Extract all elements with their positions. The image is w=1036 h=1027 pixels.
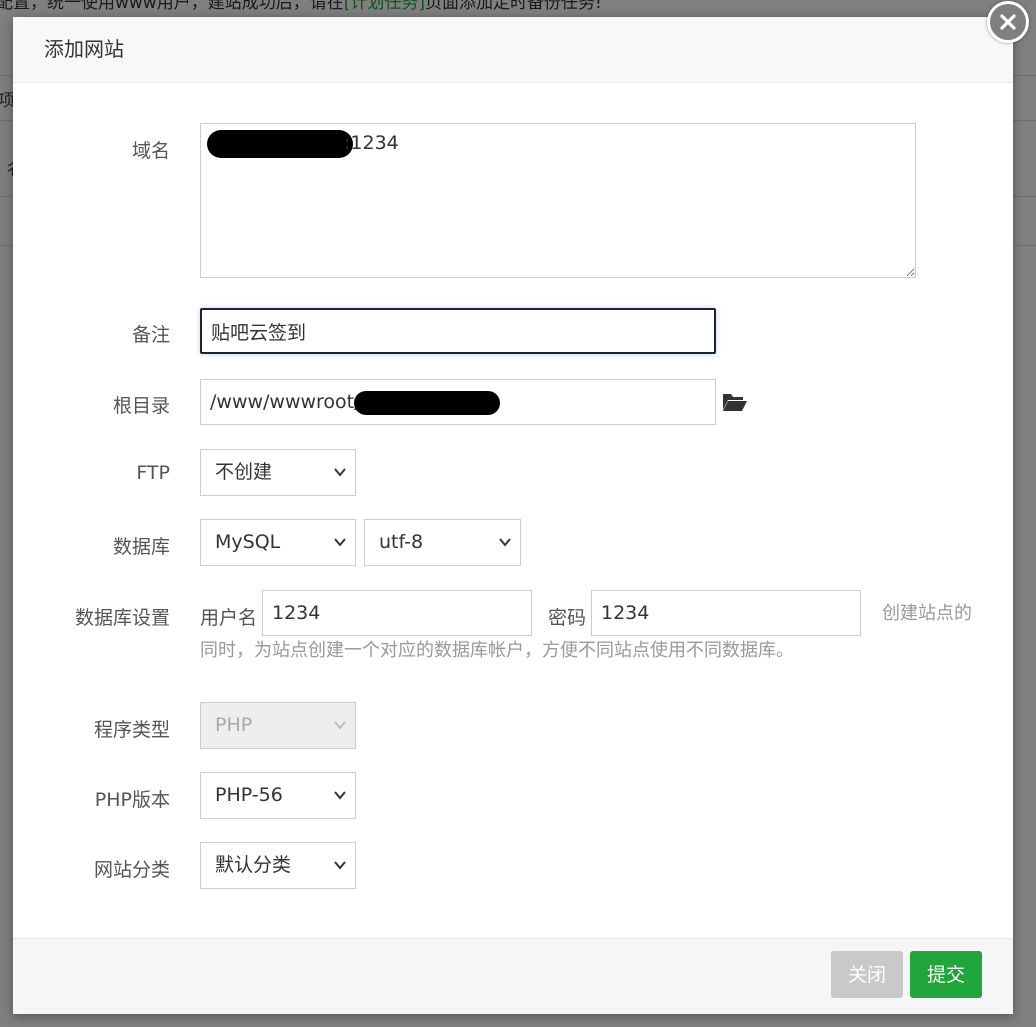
db-settings-label: 数据库设置 [74,607,170,629]
remark-input[interactable] [200,308,716,354]
close-icon [1000,14,1016,30]
dialog-close-button[interactable] [987,1,1029,43]
add-site-dialog: 添加网站 域名 :1234 备注 根目录 FTP 不创建 数据库 MySQL [13,17,1013,1014]
db-username-label: 用户名 [200,607,258,629]
close-button[interactable]: 关闭 [831,951,903,998]
php-version-select[interactable]: PHP-56 [200,772,356,819]
domain-port-text: :1234 [344,132,399,154]
db-password-label: 密码 [548,607,587,629]
redacted-domain [207,130,353,158]
db-password-input[interactable] [591,590,861,636]
chevron-down-icon [334,721,346,730]
database-label: 数据库 [112,536,170,558]
root-dir-label: 根目录 [112,395,170,417]
ftp-select[interactable]: 不创建 [200,449,356,496]
domain-label: 域名 [131,140,170,162]
database-charset-select[interactable]: utf-8 [364,519,521,566]
php-version-label: PHP版本 [94,789,170,811]
database-type-value: MySQL [215,531,281,553]
db-help-text-line1: 创建站点的 [882,603,972,624]
submit-button[interactable]: 提交 [910,951,982,998]
chevron-down-icon [334,468,346,477]
remark-label: 备注 [131,324,170,346]
site-category-select[interactable]: 默认分类 [200,842,356,889]
site-category-label: 网站分类 [93,859,170,881]
chevron-down-icon [334,791,346,800]
db-help-text-line2: 同时，为站点创建一个对应的数据库帐户，方便不同站点使用不同数据库。 [200,640,794,661]
chevron-down-icon [334,861,346,870]
redacted-path [354,391,500,415]
ftp-select-value: 不创建 [215,461,273,483]
php-version-value: PHP-56 [215,784,283,806]
chevron-down-icon [334,538,346,547]
chevron-down-icon [499,538,511,547]
database-type-select[interactable]: MySQL [200,519,356,566]
program-type-value: PHP [215,714,253,736]
database-charset-value: utf-8 [379,531,424,553]
program-type-select: PHP [200,702,356,749]
ftp-label: FTP [136,462,170,484]
dialog-footer: 关闭 提交 [13,938,1013,1014]
dialog-title: 添加网站 [13,17,1013,83]
db-username-input[interactable] [262,590,532,636]
folder-open-icon[interactable] [722,391,748,413]
program-type-label: 程序类型 [93,719,170,741]
site-category-value: 默认分类 [215,854,292,876]
